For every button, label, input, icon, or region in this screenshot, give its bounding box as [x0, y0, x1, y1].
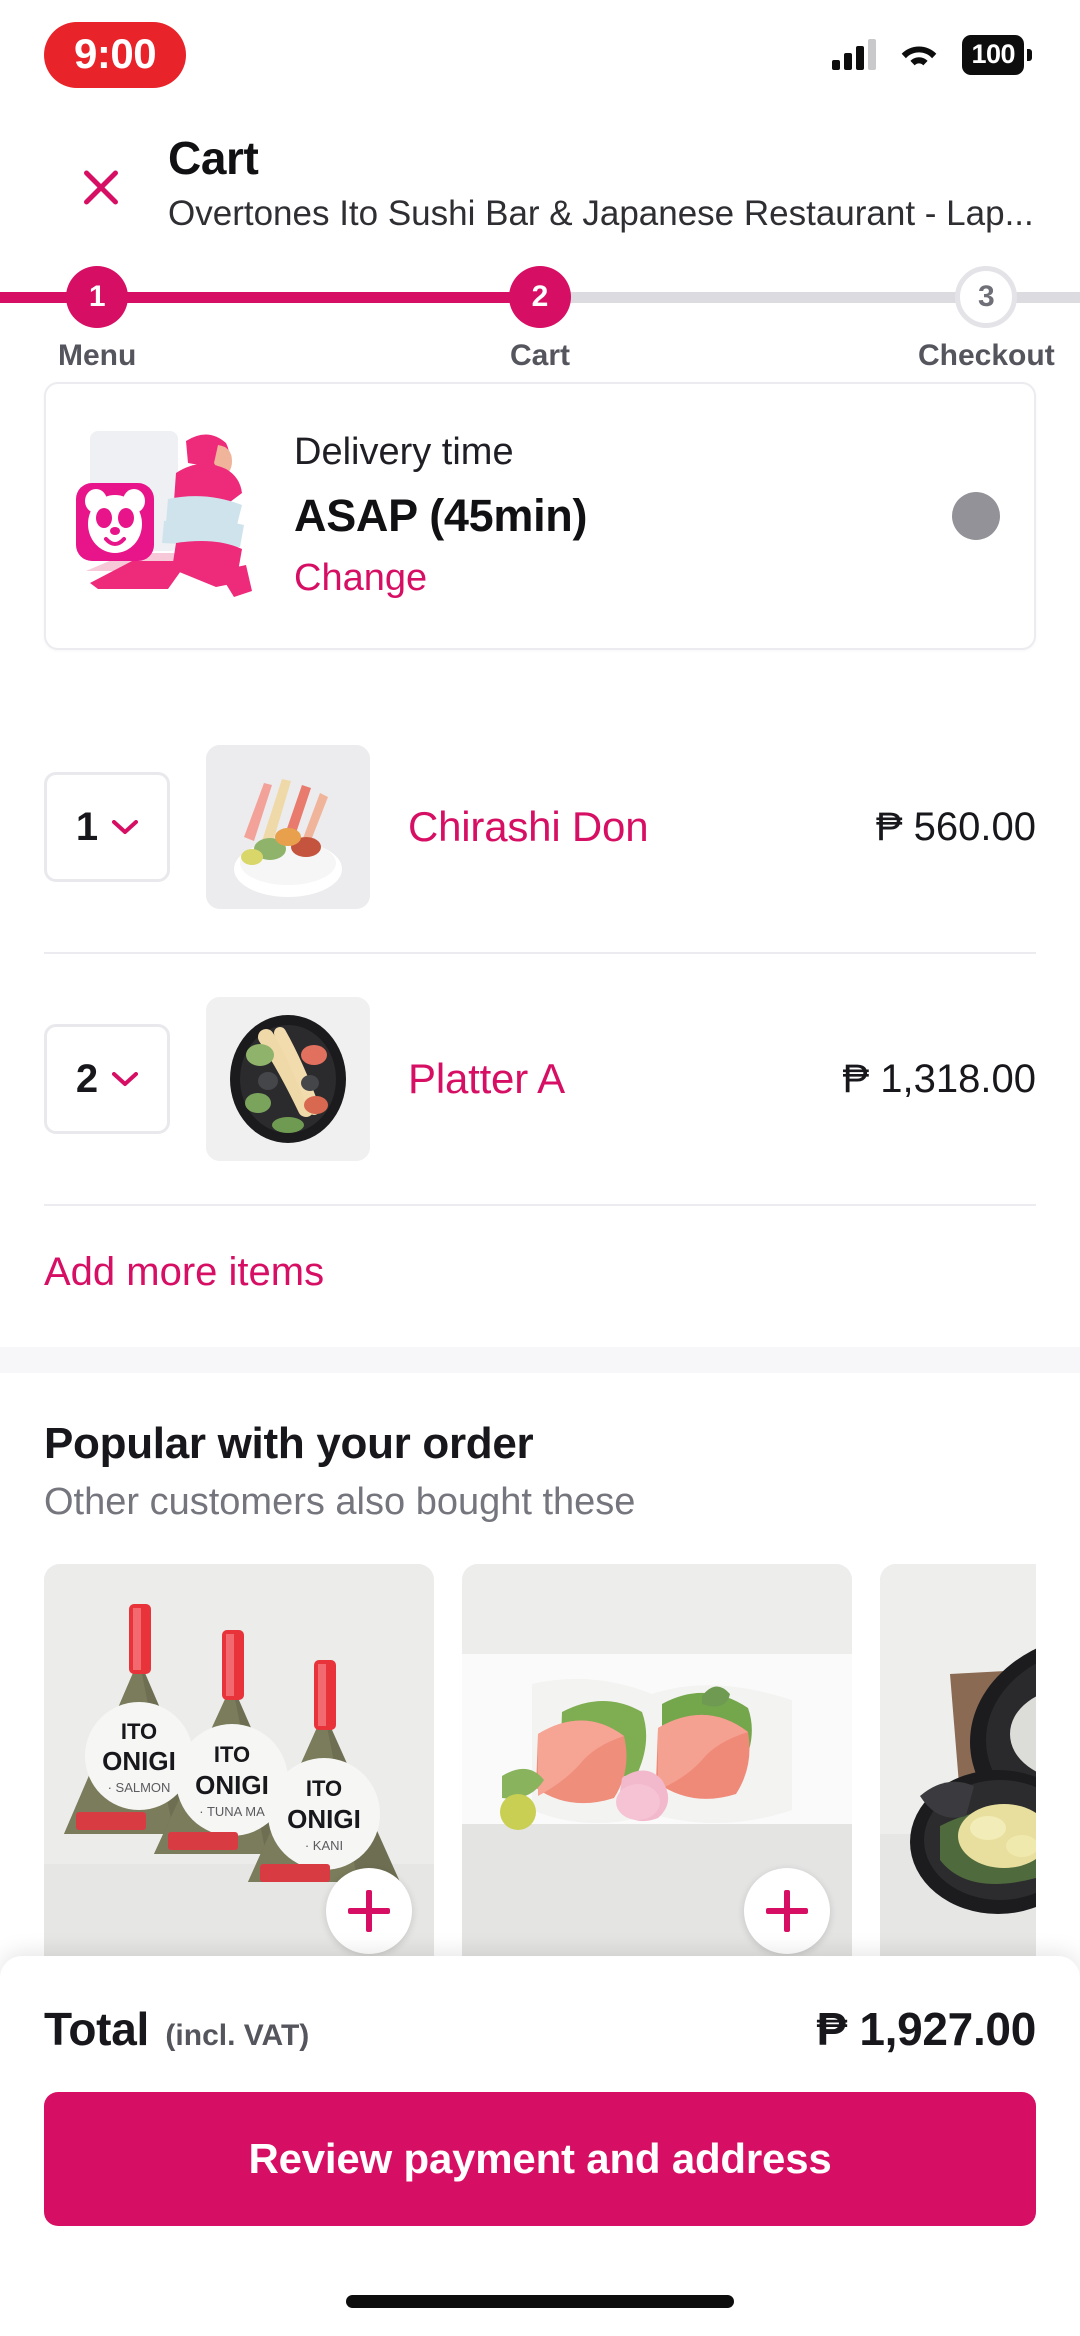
svg-text:ONIGI: ONIGI [195, 1770, 269, 1800]
svg-text:ONIGI: ONIGI [102, 1746, 176, 1776]
stepper-step-cart[interactable]: 2 Cart [509, 258, 571, 373]
battery-icon: 100 [962, 35, 1032, 75]
total-amount: ₱ 1,927.00 [816, 2003, 1036, 2055]
delivery-time-card[interactable]: Delivery time ASAP (45min) Change [44, 382, 1036, 650]
delivery-time-label: Delivery time [294, 431, 514, 474]
table-row[interactable]: 2 Platter A ₱ 1,318.00 [0, 954, 1080, 1204]
total-label: Total [44, 2003, 149, 2055]
chevron-down-icon [112, 819, 139, 834]
grey-circle-indicator [952, 492, 1000, 540]
wifi-icon [902, 46, 937, 66]
popular-subtitle: Other customers also bought these [44, 1481, 636, 1523]
total-vat-note: (incl. VAT) [165, 2019, 310, 2052]
svg-text:· SALMON: · SALMON [108, 1780, 171, 1795]
onigiri-photo[interactable]: ITO ONIGI · SALMON ITO ONIGI · TUNA MA I… [44, 1564, 434, 1976]
section-divider-band [0, 1347, 1080, 1373]
cellular-signal-icon [832, 39, 877, 70]
foodpanda-rider-illustration [76, 431, 252, 597]
cart-item-price: ₱ 1,318.00 [842, 1056, 1037, 1101]
stepper-label-cart: Cart [509, 339, 570, 372]
salmon-sashimi-photo[interactable] [462, 1564, 852, 1976]
status-bar: 9:00 100 [0, 0, 1080, 110]
stepper-step-checkout[interactable]: 3 Checkout [918, 258, 1055, 373]
checkout-stepper: 1 Menu 2 Cart 3 Checkout [0, 258, 1080, 378]
stepper-number-2: 2 [509, 266, 571, 328]
page-header: Cart Overtones Ito Sushi Bar & Japanese … [0, 128, 1080, 236]
battery-tip [1027, 49, 1032, 61]
add-item-button[interactable] [326, 1868, 412, 1954]
chevron-down-icon [112, 1071, 139, 1086]
total-label-group: Total (incl. VAT) [44, 2002, 309, 2056]
svg-text:· TUNA MA: · TUNA MA [199, 1804, 265, 1819]
svg-text:ITO: ITO [306, 1776, 342, 1801]
delivery-text: Delivery time ASAP (45min) Change [294, 430, 952, 601]
restaurant-name: Overtones Ito Sushi Bar & Japanese Resta… [168, 194, 1034, 234]
stepper-label-checkout: Checkout [918, 339, 1055, 372]
close-icon[interactable] [64, 150, 138, 224]
cart-item-name[interactable]: Platter A [408, 1055, 843, 1103]
stepper-step-menu[interactable]: 1 Menu [58, 258, 136, 373]
svg-text:· KANI: · KANI [305, 1838, 343, 1853]
grilled-meat-photo[interactable] [880, 1564, 1036, 1976]
svg-text:ITO: ITO [121, 1719, 157, 1744]
add-more-items-link[interactable]: Add more items [0, 1206, 1080, 1347]
quantity-stepper[interactable]: 2 [44, 1024, 170, 1134]
cart-item-price: ₱ 560.00 [875, 804, 1036, 849]
status-time-pill: 9:00 [44, 22, 187, 88]
status-icons: 100 [832, 35, 1032, 75]
delivery-change-link[interactable]: Change [294, 556, 952, 602]
battery-level: 100 [962, 35, 1024, 75]
quantity-value: 2 [75, 1056, 99, 1101]
cart-screen: 9:00 100 Cart Overtones Ito Sushi Bar & … [0, 0, 1080, 2336]
svg-text:ITO: ITO [214, 1742, 250, 1767]
popular-title: Popular with your order [44, 1419, 534, 1468]
quantity-value: 1 [75, 804, 99, 849]
platter-a-photo [206, 997, 370, 1161]
delivery-time-value: ASAP (45min) [294, 490, 588, 541]
cart-items-list: 1 Chirashi Don ₱ 560.00 2 Platter A ₱ 1,… [0, 702, 1080, 2047]
cart-item-name[interactable]: Chirashi Don [408, 803, 876, 851]
stepper-number-1: 1 [66, 266, 129, 328]
checkout-footer: Total (incl. VAT) ₱ 1,927.00 Review paym… [0, 1956, 1080, 2336]
svg-text:ONIGI: ONIGI [287, 1804, 361, 1834]
popular-section: Popular with your order Other customers … [0, 1373, 1080, 2047]
header-text: Cart Overtones Ito Sushi Bar & Japanese … [168, 128, 1034, 236]
quantity-stepper[interactable]: 1 [44, 772, 170, 882]
page-title: Cart [168, 132, 259, 184]
table-row[interactable]: 1 Chirashi Don ₱ 560.00 [0, 702, 1080, 952]
stepper-label-menu: Menu [58, 339, 137, 372]
home-indicator [346, 2295, 734, 2308]
total-row: Total (incl. VAT) ₱ 1,927.00 [44, 1956, 1036, 2056]
stepper-number-3: 3 [955, 266, 1018, 328]
chirashi-don-photo [206, 745, 370, 909]
add-item-button[interactable] [744, 1868, 830, 1954]
review-payment-button[interactable]: Review payment and address [44, 2092, 1036, 2226]
